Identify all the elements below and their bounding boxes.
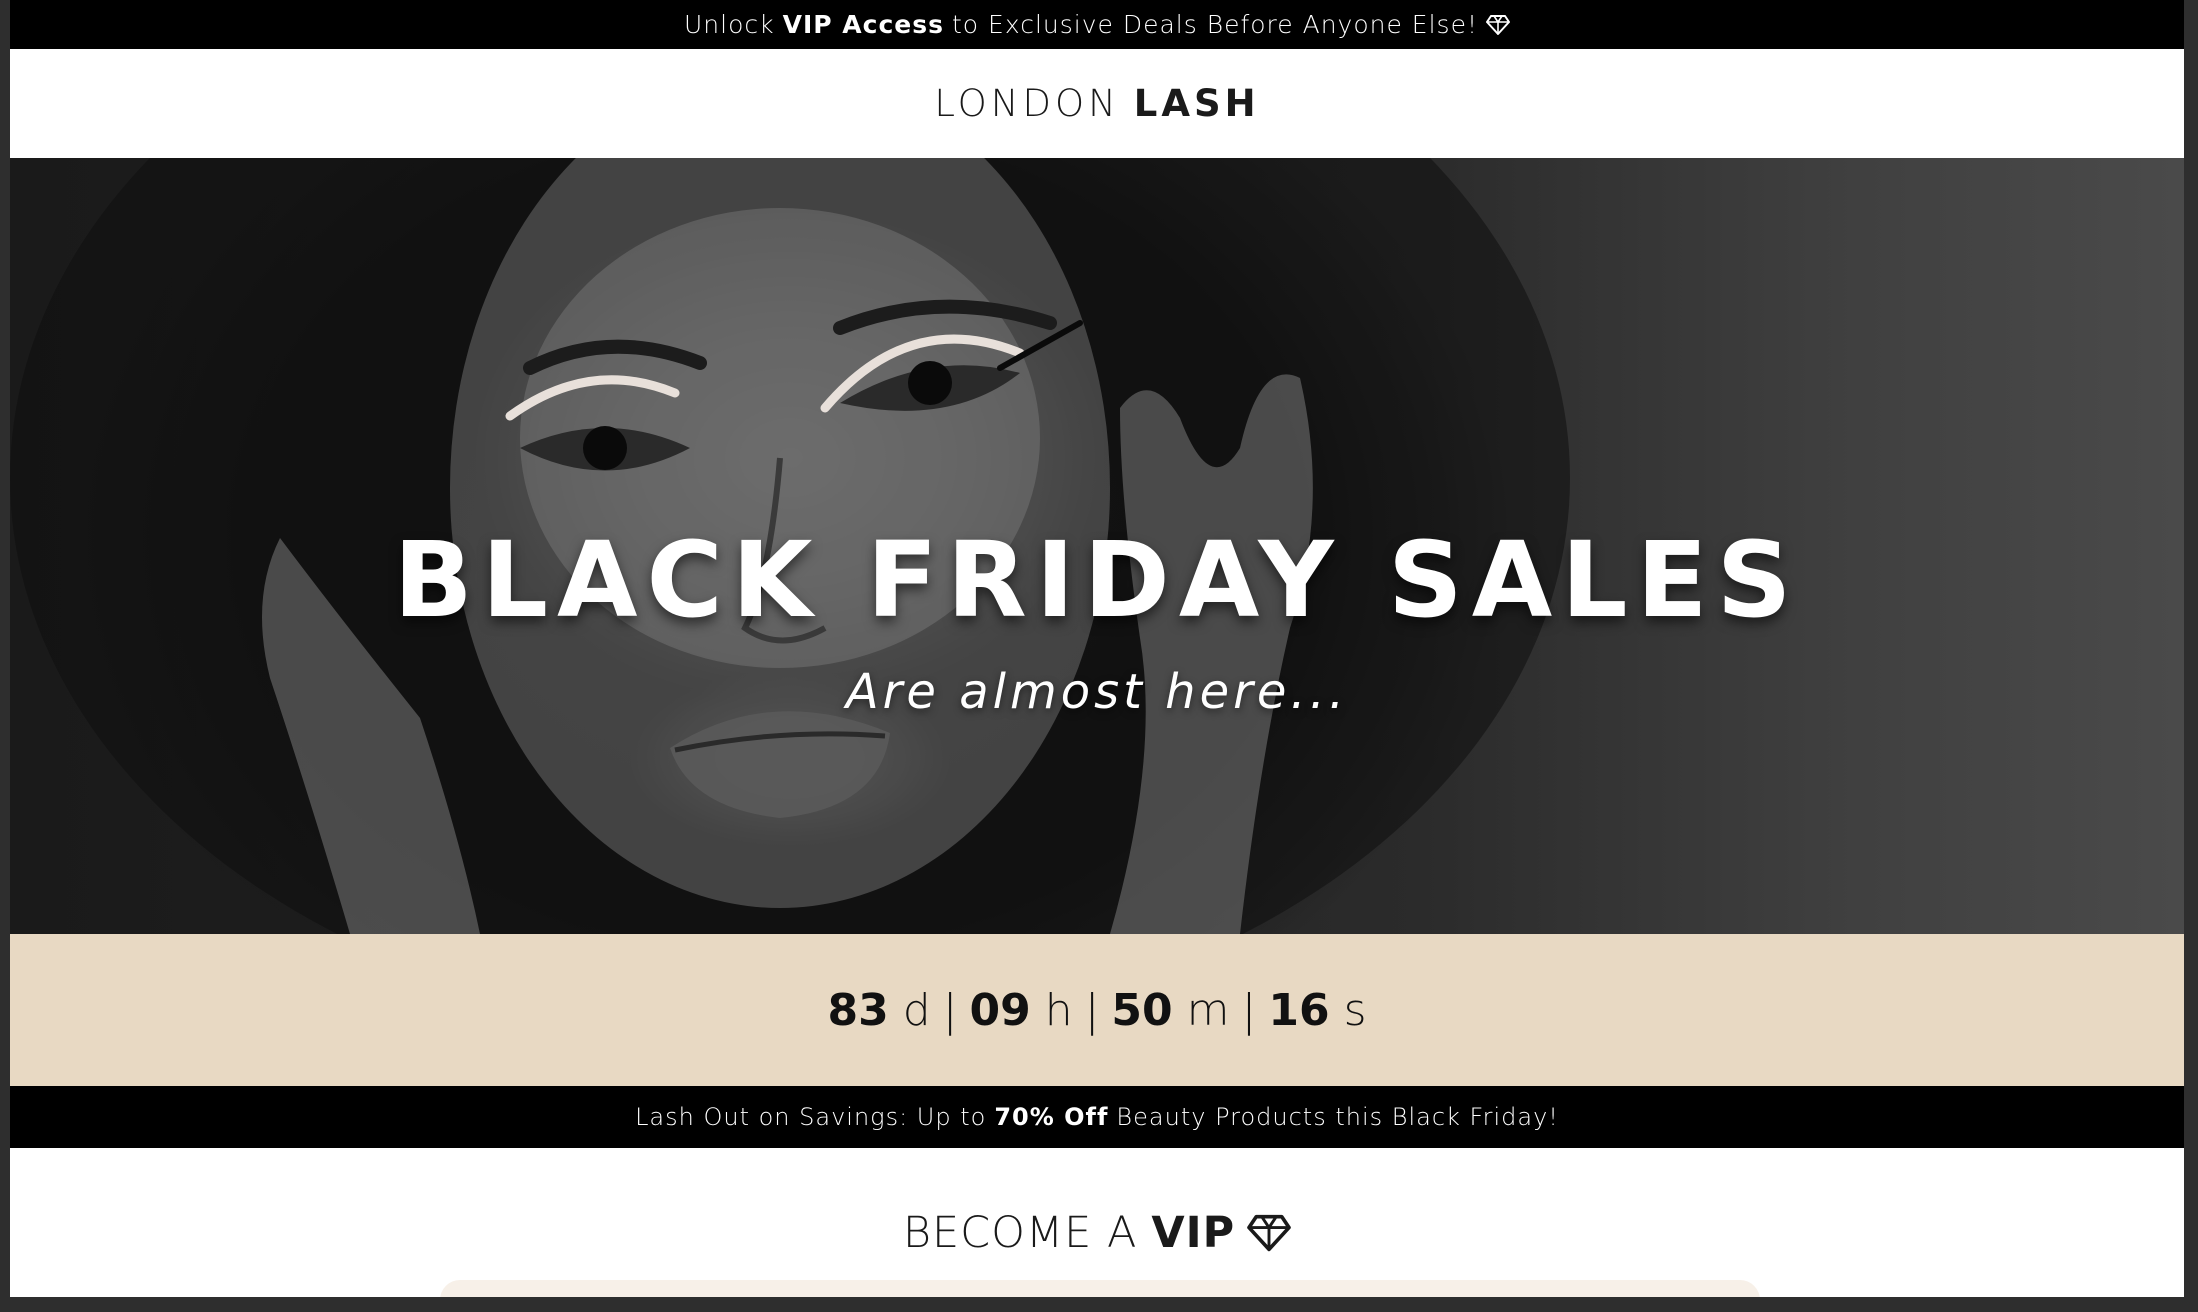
vip-title-light: BECOME A	[902, 1208, 1138, 1258]
countdown-days: 83	[827, 984, 889, 1036]
countdown-separator: |	[942, 984, 958, 1036]
announcement-bar[interactable]: Unlock VIP Access to Exclusive Deals Bef…	[10, 0, 2184, 49]
diamond-icon	[1247, 1213, 1291, 1253]
hero-title: BLACK FRIDAY SALES	[393, 519, 1801, 641]
brand-logo[interactable]: LONDON LASH	[934, 82, 1259, 125]
countdown-minutes-unit: m	[1186, 984, 1230, 1036]
announcement-prefix: Unlock	[684, 10, 775, 39]
announcement-highlight: VIP Access	[782, 10, 944, 39]
countdown-hours-unit: h	[1044, 984, 1073, 1036]
logo-text-bold: LASH	[1133, 82, 1260, 125]
promo-suffix: Beauty Products this Black Friday!	[1116, 1103, 1559, 1131]
countdown-separator: |	[1241, 984, 1257, 1036]
promo-highlight: 70% Off	[994, 1103, 1109, 1131]
countdown-timer: 83 d | 09 h | 50 m | 16 s	[10, 934, 2184, 1086]
countdown-minutes: 50	[1111, 984, 1173, 1036]
site-header: LONDON LASH	[10, 49, 2184, 158]
announcement-suffix: to Exclusive Deals Before Anyone Else!	[952, 10, 1478, 39]
diamond-icon	[1485, 14, 1510, 36]
page-frame: Unlock VIP Access to Exclusive Deals Bef…	[10, 0, 2184, 1297]
countdown-separator: |	[1084, 984, 1100, 1036]
countdown-seconds-unit: s	[1343, 984, 1367, 1036]
countdown-seconds: 16	[1268, 984, 1330, 1036]
promo-bar[interactable]: Lash Out on Savings: Up to 70% Off Beaut…	[10, 1086, 2184, 1148]
hero-subtitle: Are almost here...	[845, 664, 1349, 720]
vip-section: BECOME A VIP	[10, 1148, 2184, 1297]
vip-signup-card	[440, 1280, 1760, 1297]
countdown-days-unit: d	[902, 984, 931, 1036]
vip-heading: BECOME A VIP	[10, 1208, 2184, 1258]
vip-title-bold: VIP	[1151, 1208, 1236, 1258]
countdown-hours: 09	[969, 984, 1031, 1036]
promo-prefix: Lash Out on Savings: Up to	[635, 1103, 987, 1131]
hero-banner: BLACK FRIDAY SALES Are almost here...	[10, 158, 2184, 934]
logo-text-light: LONDON	[934, 82, 1120, 125]
